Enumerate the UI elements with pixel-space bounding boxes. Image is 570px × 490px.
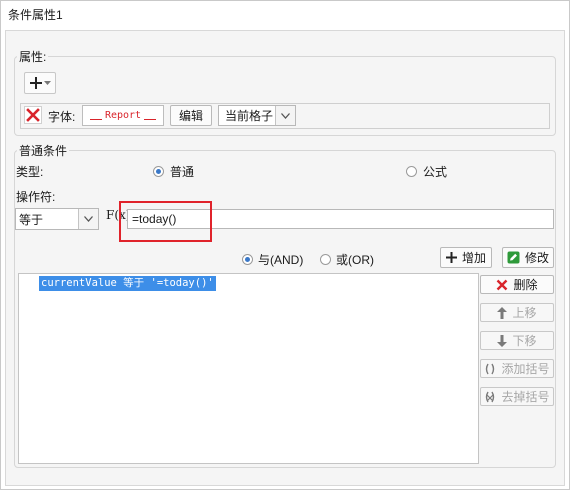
type-formula-radio[interactable]: 公式	[406, 163, 447, 180]
radio-unchecked[interactable]	[406, 166, 417, 177]
logic-or-label: 或(OR)	[336, 253, 374, 267]
move-up-button[interactable]: 上移	[480, 303, 554, 322]
scope-select-value: 当前格子	[225, 109, 274, 123]
modify-icon	[507, 251, 520, 264]
delete-label: 删除	[513, 278, 538, 292]
type-normal-radio[interactable]: 普通	[153, 163, 194, 180]
close-icon	[496, 279, 508, 291]
remove-attribute-button[interactable]	[24, 106, 42, 124]
remove-parentheses-label: 去掉括号	[501, 390, 550, 404]
conditions-list[interactable]: currentValue 等于 '=today()'	[18, 273, 479, 464]
add-attribute-button[interactable]	[24, 72, 56, 94]
parentheses-icon	[484, 363, 496, 375]
modify-condition-button[interactable]: 修改	[502, 247, 554, 268]
delete-button[interactable]: 删除	[480, 275, 554, 294]
operator-label: 操作符:	[16, 190, 56, 204]
operator-select[interactable]: 等于	[15, 208, 99, 230]
move-down-button[interactable]: 下移	[480, 331, 554, 350]
logic-and-radio[interactable]: 与(AND)	[242, 251, 303, 268]
operator-select-arrow[interactable]	[78, 209, 98, 229]
remove-parentheses-button[interactable]: 去掉括号	[480, 387, 554, 406]
attributes-legend: 属性:	[17, 48, 49, 65]
font-preview-text: Report	[104, 110, 142, 121]
radio-checked[interactable]	[242, 254, 253, 265]
chevron-down-icon	[281, 112, 290, 119]
operator-select-value: 等于	[19, 212, 44, 227]
edit-font-button[interactable]: 编辑	[170, 105, 212, 126]
radio-unchecked[interactable]	[320, 254, 331, 265]
highlight-box	[119, 201, 212, 242]
arrow-down-icon	[497, 334, 508, 347]
font-label: 字体:	[48, 110, 76, 124]
scope-select[interactable]: 当前格子	[218, 105, 296, 126]
type-label: 类型:	[16, 165, 44, 179]
add-condition-button[interactable]: 增加	[440, 247, 492, 268]
chevron-down-icon	[43, 80, 51, 85]
logic-or-radio[interactable]: 或(OR)	[320, 251, 374, 268]
type-formula-label: 公式	[423, 165, 448, 179]
add-condition-label: 增加	[461, 251, 486, 265]
move-down-label: 下移	[512, 334, 537, 348]
plus-icon	[29, 77, 42, 89]
dialog-title: 条件属性1	[8, 8, 63, 22]
add-parentheses-label: 添加括号	[501, 362, 550, 376]
remove-parentheses-icon	[484, 391, 496, 403]
close-icon	[26, 108, 40, 122]
underline-decoration	[89, 119, 102, 120]
modify-condition-label: 修改	[524, 251, 549, 265]
add-parentheses-button[interactable]: 添加括号	[480, 359, 554, 378]
type-normal-label: 普通	[170, 165, 195, 179]
font-preview-box: Report	[82, 105, 164, 126]
logic-and-label: 与(AND)	[258, 253, 304, 267]
condition-legend: 普通条件	[17, 142, 70, 159]
underline-decoration	[144, 119, 157, 120]
plus-icon	[445, 252, 457, 263]
radio-checked[interactable]	[153, 166, 164, 177]
move-up-label: 上移	[512, 306, 537, 320]
list-item[interactable]: currentValue 等于 '=today()'	[39, 276, 216, 291]
chevron-down-icon	[84, 216, 93, 222]
scope-select-arrow[interactable]	[275, 106, 295, 125]
arrow-up-icon	[497, 306, 508, 319]
